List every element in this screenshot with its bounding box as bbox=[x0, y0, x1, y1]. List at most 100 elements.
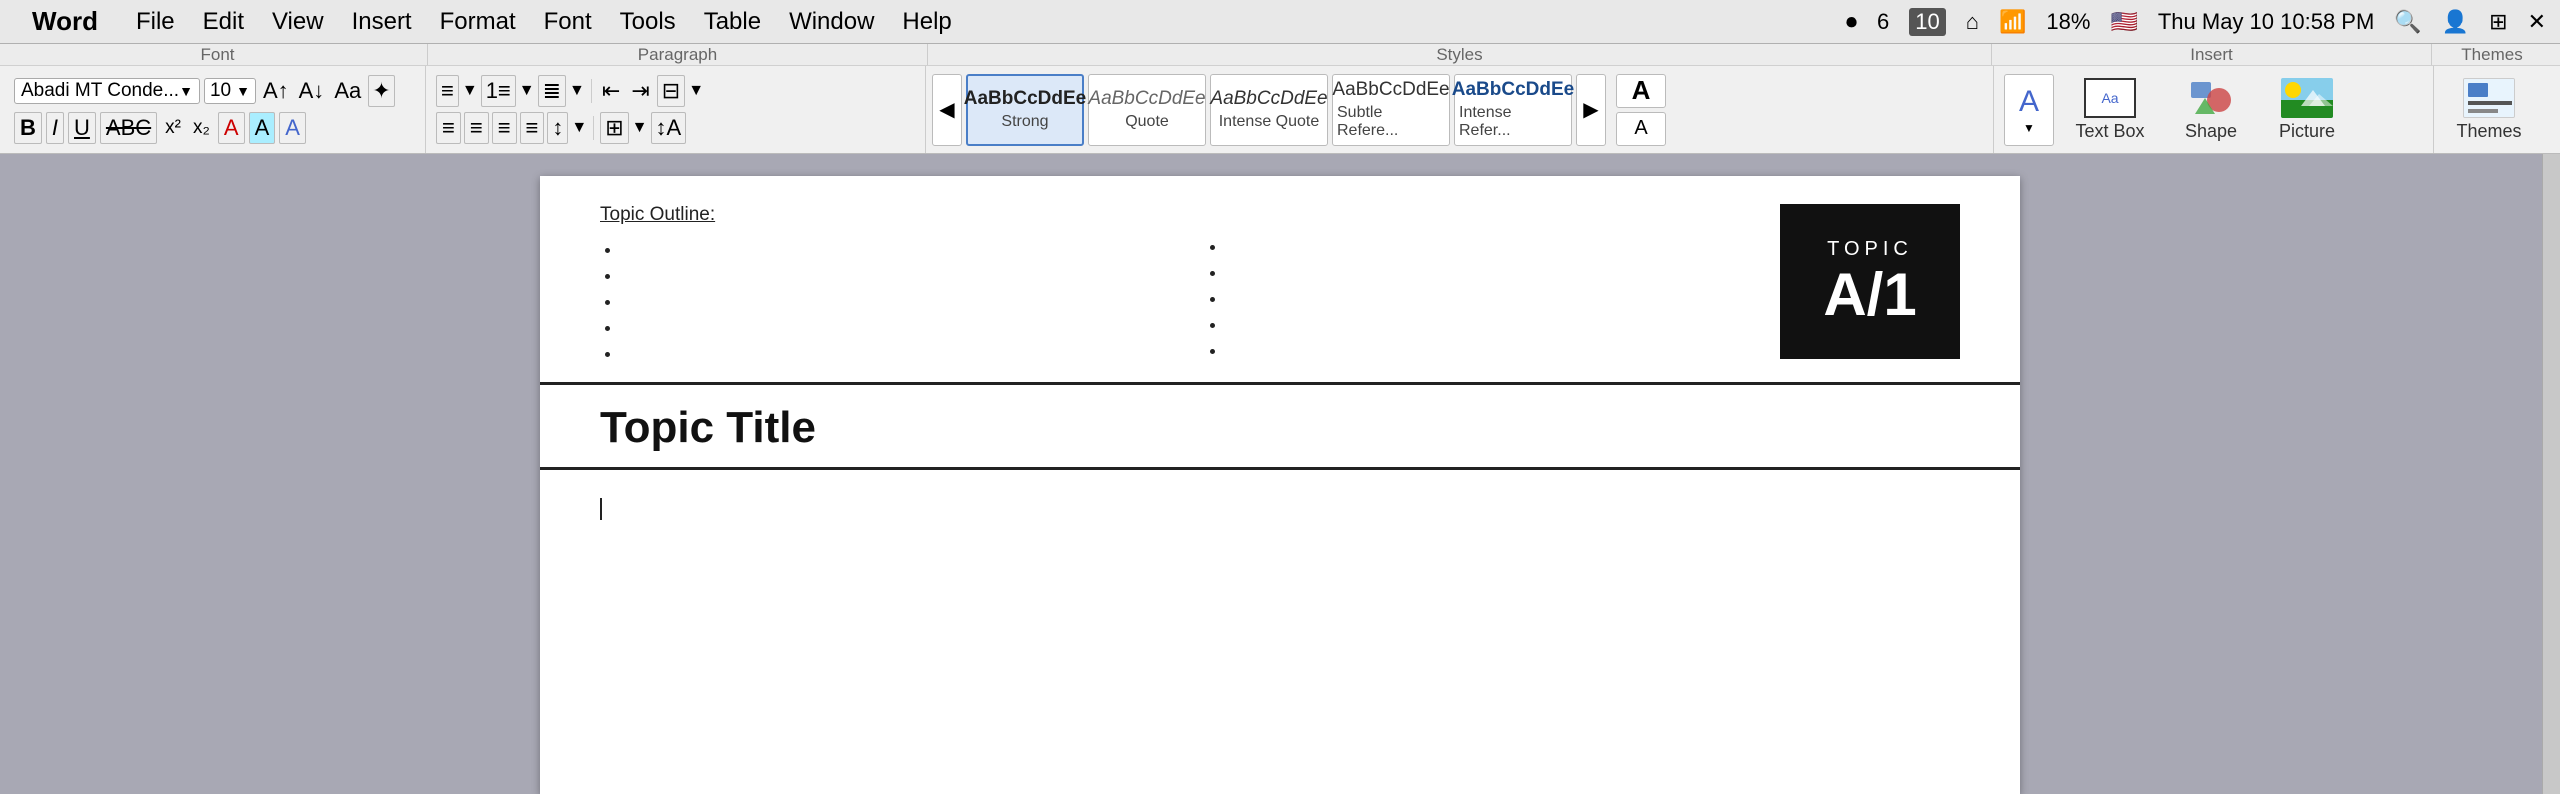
border-btn[interactable]: ⊟ bbox=[657, 75, 685, 107]
document-area[interactable]: Topic Outline: bbox=[0, 154, 2560, 794]
outline-bullets-col2 bbox=[1205, 233, 1760, 363]
bullet-2-1 bbox=[1227, 233, 1760, 259]
page: Topic Outline: bbox=[540, 176, 2020, 794]
sort-btn[interactable]: ↕A bbox=[651, 112, 687, 144]
subscript-btn[interactable]: x₂ bbox=[189, 115, 214, 141]
line-spacing-dropdown[interactable]: ▼ bbox=[571, 119, 587, 137]
insert-section: A ▼ Aa Text Box Shape bbox=[1994, 66, 2434, 153]
topic-number: A/1 bbox=[1823, 265, 1916, 325]
style-intense-quote[interactable]: AaBbCcDdEe Intense Quote bbox=[1210, 74, 1328, 146]
font-color-btn[interactable]: A bbox=[218, 112, 245, 144]
bullet-2-3 bbox=[1227, 285, 1760, 311]
content-area[interactable] bbox=[540, 470, 2020, 794]
document-insert-btn[interactable]: A ▼ bbox=[2004, 74, 2054, 146]
style-subtle-ref-preview: AaBbCcDdEe bbox=[1332, 79, 1449, 101]
text-effects-btn[interactable]: A bbox=[279, 112, 306, 144]
themes-btn[interactable]: Themes bbox=[2444, 74, 2534, 146]
styles-nav-right[interactable]: ▶ bbox=[1576, 74, 1606, 146]
menu-tools[interactable]: Tools bbox=[606, 6, 690, 38]
menu-bar: Word File Edit View Insert Format Font T… bbox=[0, 0, 2560, 44]
style-intense-quote-label: Intense Quote bbox=[1219, 113, 1320, 131]
style-subtle-ref[interactable]: AaBbCcDdEe Subtle Refere... bbox=[1332, 74, 1450, 146]
outline-col1: Topic Outline: bbox=[600, 204, 1155, 366]
font-section: Abadi MT Conde... ▼ 10 ▼ A↑ A↓ Aa ✦ B I … bbox=[6, 66, 426, 153]
datetime: Thu May 10 10:58 PM bbox=[2158, 9, 2374, 35]
shape-insert-btn[interactable]: Shape bbox=[2166, 74, 2256, 146]
highlight-btn[interactable]: A bbox=[249, 112, 276, 144]
page-title-section: Topic Title bbox=[540, 385, 2020, 470]
underline-btn[interactable]: U bbox=[68, 112, 96, 144]
align-left-btn[interactable]: ≡ bbox=[436, 112, 461, 144]
styles-section: ◀ AaBbCcDdEe Strong AaBbCcDdEe Quote AaB… bbox=[926, 66, 1994, 153]
bullet-1-5 bbox=[622, 340, 1155, 366]
superscript-btn[interactable]: x² bbox=[161, 115, 185, 141]
font-name-selector[interactable]: Abadi MT Conde... ▼ bbox=[14, 78, 200, 104]
numbered-list-btn[interactable]: 1≡ bbox=[481, 75, 516, 107]
style-intense-ref[interactable]: AaBbCcDdEe Intense Refer... bbox=[1454, 74, 1572, 146]
bullets-btn[interactable]: ≡ bbox=[436, 75, 459, 107]
style-strong[interactable]: AaBbCcDdEe Strong bbox=[966, 74, 1084, 146]
insert-section-label: Insert bbox=[1992, 44, 2432, 65]
search-icon[interactable]: 🔍 bbox=[2394, 9, 2421, 35]
style-quote[interactable]: AaBbCcDdEe Quote bbox=[1088, 74, 1206, 146]
style-quote-label: Quote bbox=[1125, 113, 1169, 131]
outline-section: Topic Outline: bbox=[600, 204, 1760, 366]
columns-btn[interactable]: ⊞ bbox=[600, 112, 628, 144]
topic-label: TOPIC bbox=[1827, 238, 1913, 261]
menu-file[interactable]: File bbox=[122, 6, 189, 38]
multilevel-btn[interactable]: ≣ bbox=[538, 75, 566, 107]
menu-format[interactable]: Format bbox=[426, 6, 530, 38]
picture-insert-btn[interactable]: Picture bbox=[2262, 74, 2352, 146]
style-strong-preview: AaBbCcDdEe bbox=[964, 88, 1086, 110]
align-right-btn[interactable]: ≡ bbox=[492, 112, 517, 144]
page-header: Topic Outline: bbox=[540, 176, 2020, 385]
numbered-dropdown[interactable]: ▼ bbox=[519, 82, 535, 100]
strikethrough-btn[interactable]: ABC bbox=[100, 112, 157, 144]
topic-box: TOPIC A/1 bbox=[1780, 204, 1960, 359]
bold-btn[interactable]: B bbox=[14, 112, 42, 144]
menu-font[interactable]: Font bbox=[530, 6, 606, 38]
font-size-up-btn[interactable]: A↑ bbox=[260, 76, 292, 106]
increase-text-size-btn[interactable]: A bbox=[1616, 74, 1666, 108]
textbox-insert-btn[interactable]: Aa Text Box bbox=[2060, 74, 2160, 146]
windows-icon[interactable]: ⊞ bbox=[2489, 9, 2507, 35]
columns-dropdown[interactable]: ▼ bbox=[632, 119, 648, 137]
bullets-dropdown[interactable]: ▼ bbox=[462, 82, 478, 100]
paragraph-section: ≡ ▼ 1≡ ▼ ≣ ▼ ⇤ ⇥ ⊟ ▼ ≡ ≡ ≡ ≡ ↕ ▼ ⊞ ▼ ↕A bbox=[426, 66, 926, 153]
themes-section: Themes bbox=[2434, 66, 2554, 153]
decrease-text-size-btn[interactable]: A bbox=[1616, 112, 1666, 146]
decrease-indent-btn[interactable]: ⇤ bbox=[598, 76, 624, 106]
font-size-selector[interactable]: 10 ▼ bbox=[204, 78, 256, 104]
close-icon[interactable]: ✕ bbox=[2528, 9, 2546, 35]
textbox-label: Text Box bbox=[2075, 121, 2144, 142]
menu-help[interactable]: Help bbox=[888, 6, 965, 38]
styles-section-label: Styles bbox=[928, 44, 1992, 65]
bullet-1-1 bbox=[622, 236, 1155, 262]
bluetooth-icon: ⌂ bbox=[1966, 9, 1979, 35]
styles-nav-left[interactable]: ◀ bbox=[932, 74, 962, 146]
menu-window[interactable]: Window bbox=[775, 6, 888, 38]
multilevel-dropdown[interactable]: ▼ bbox=[569, 82, 585, 100]
app-name[interactable]: Word bbox=[32, 6, 98, 37]
align-center-btn[interactable]: ≡ bbox=[464, 112, 489, 144]
bullet-2-4 bbox=[1227, 311, 1760, 337]
font-size-down-btn[interactable]: A↓ bbox=[296, 76, 328, 106]
menu-edit[interactable]: Edit bbox=[189, 6, 258, 38]
border-dropdown[interactable]: ▼ bbox=[688, 82, 704, 100]
justify-btn[interactable]: ≡ bbox=[520, 112, 545, 144]
status-icon-6: 6 bbox=[1877, 9, 1889, 35]
user-icon[interactable]: 👤 bbox=[2442, 9, 2469, 35]
font-case-btn[interactable]: Aa bbox=[331, 76, 364, 106]
themes-label: Themes bbox=[2456, 121, 2521, 142]
clear-format-btn[interactable]: ✦ bbox=[368, 75, 394, 107]
style-subtle-ref-label: Subtle Refere... bbox=[1337, 104, 1445, 140]
menu-insert[interactable]: Insert bbox=[338, 6, 426, 38]
menu-table[interactable]: Table bbox=[690, 6, 775, 38]
scrollbar[interactable] bbox=[2542, 154, 2560, 794]
italic-btn[interactable]: I bbox=[46, 112, 64, 144]
line-spacing-btn[interactable]: ↕ bbox=[547, 112, 568, 144]
bullet-1-2 bbox=[622, 262, 1155, 288]
outline-col2 bbox=[1205, 204, 1760, 366]
increase-indent-btn[interactable]: ⇥ bbox=[627, 76, 653, 106]
menu-view[interactable]: View bbox=[258, 6, 338, 38]
